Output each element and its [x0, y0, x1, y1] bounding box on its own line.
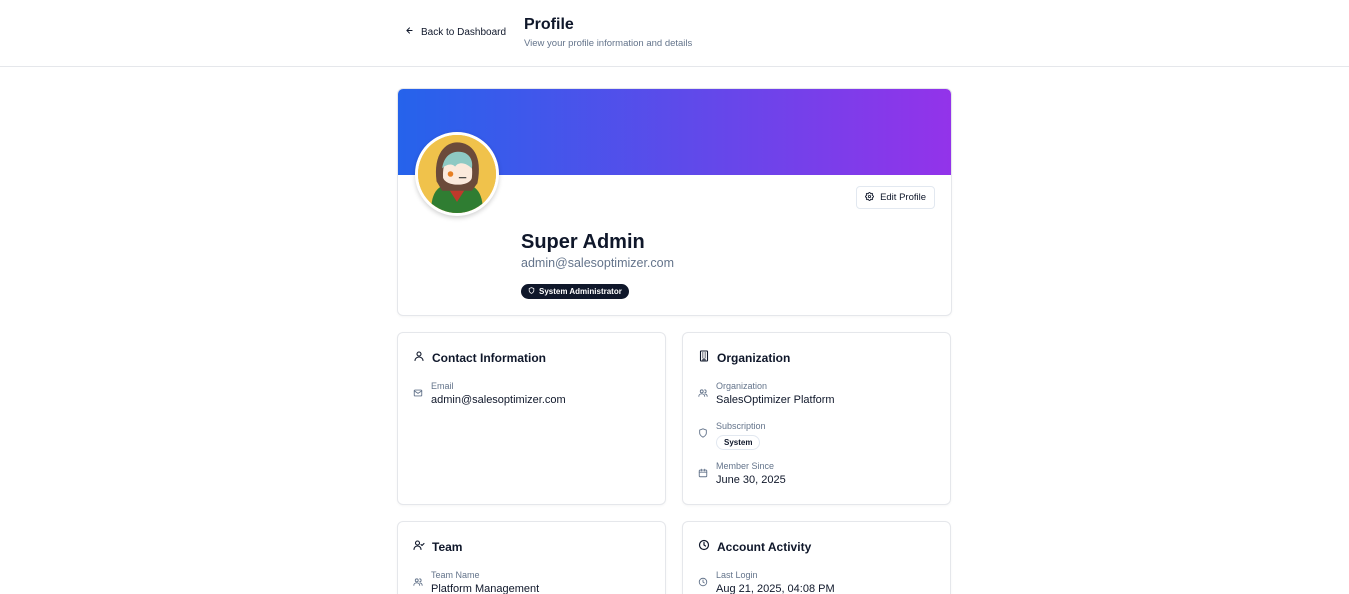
- email-field: Email admin@salesoptimizer.com: [413, 380, 566, 407]
- user-email: admin@salesoptimizer.com: [521, 256, 675, 270]
- organization-value: SalesOptimizer Platform: [716, 394, 835, 406]
- users-icon: [698, 388, 708, 398]
- organization-card-header: Organization: [698, 350, 790, 365]
- email-value: admin@salesoptimizer.com: [431, 394, 566, 406]
- member-since-value: June 30, 2025: [716, 474, 786, 486]
- email-label: Email: [431, 381, 454, 391]
- page-title: Profile: [524, 16, 574, 33]
- contact-card-title: Contact Information: [432, 350, 546, 365]
- arrow-left-icon: [405, 26, 414, 38]
- organization-card: Organization Organization SalesOptimizer…: [682, 332, 951, 505]
- edit-profile-button[interactable]: Edit Profile: [856, 186, 935, 209]
- shield-icon: [528, 287, 535, 296]
- shield-icon: [698, 428, 708, 438]
- user-check-icon: [413, 539, 425, 554]
- contact-information-card: Contact Information Email admin@salesopt…: [397, 332, 666, 505]
- calendar-icon: [698, 468, 708, 478]
- user-name: Super Admin: [521, 231, 645, 253]
- last-login-value: Aug 21, 2025, 04:08 PM: [716, 583, 835, 594]
- member-since-field: Member Since June 30, 2025: [698, 460, 786, 487]
- users-icon: [413, 577, 423, 587]
- clock-icon: [698, 539, 710, 554]
- team-name-value: Platform Management: [431, 583, 540, 594]
- organization-card-title: Organization: [717, 350, 791, 365]
- page-subtitle: View your profile information and detail…: [524, 38, 693, 49]
- avatar: [415, 132, 499, 216]
- team-name-label: Team Name: [431, 570, 480, 580]
- contact-card-header: Contact Information: [413, 350, 546, 365]
- activity-card-header: Account Activity: [698, 539, 811, 554]
- role-badge-label: System Administrator: [539, 287, 622, 296]
- mail-icon: [413, 388, 423, 398]
- back-link-label: Back to Dashboard: [421, 26, 507, 38]
- subscription-label: Subscription: [716, 421, 766, 431]
- team-card: Team Team Name Platform Management: [397, 521, 666, 594]
- building-icon: [698, 350, 710, 365]
- subscription-field: Subscription System: [698, 420, 766, 450]
- member-since-label: Member Since: [716, 461, 775, 471]
- team-card-title: Team: [432, 539, 463, 554]
- edit-profile-label: Edit Profile: [880, 192, 926, 203]
- user-icon: [413, 350, 425, 365]
- team-card-header: Team: [413, 539, 462, 554]
- organization-label: Organization: [716, 381, 768, 391]
- role-badge: System Administrator: [521, 284, 629, 299]
- gear-icon: [865, 191, 875, 204]
- subscription-badge: System: [716, 435, 761, 450]
- activity-card-title: Account Activity: [717, 539, 812, 554]
- last-login-label: Last Login: [716, 570, 758, 580]
- organization-field: Organization SalesOptimizer Platform: [698, 380, 835, 407]
- last-login-field: Last Login Aug 21, 2025, 04:08 PM: [698, 569, 835, 594]
- top-bar: Back to Dashboard Profile View your prof…: [0, 0, 1349, 67]
- clock-icon: [698, 577, 708, 587]
- profile-card: Edit Profile Super Admin admin@salesopti…: [397, 88, 952, 316]
- account-activity-card: Account Activity Last Login Aug 21, 2025…: [682, 521, 951, 594]
- back-to-dashboard-link[interactable]: Back to Dashboard: [405, 26, 506, 38]
- team-name-field: Team Name Platform Management: [413, 569, 539, 594]
